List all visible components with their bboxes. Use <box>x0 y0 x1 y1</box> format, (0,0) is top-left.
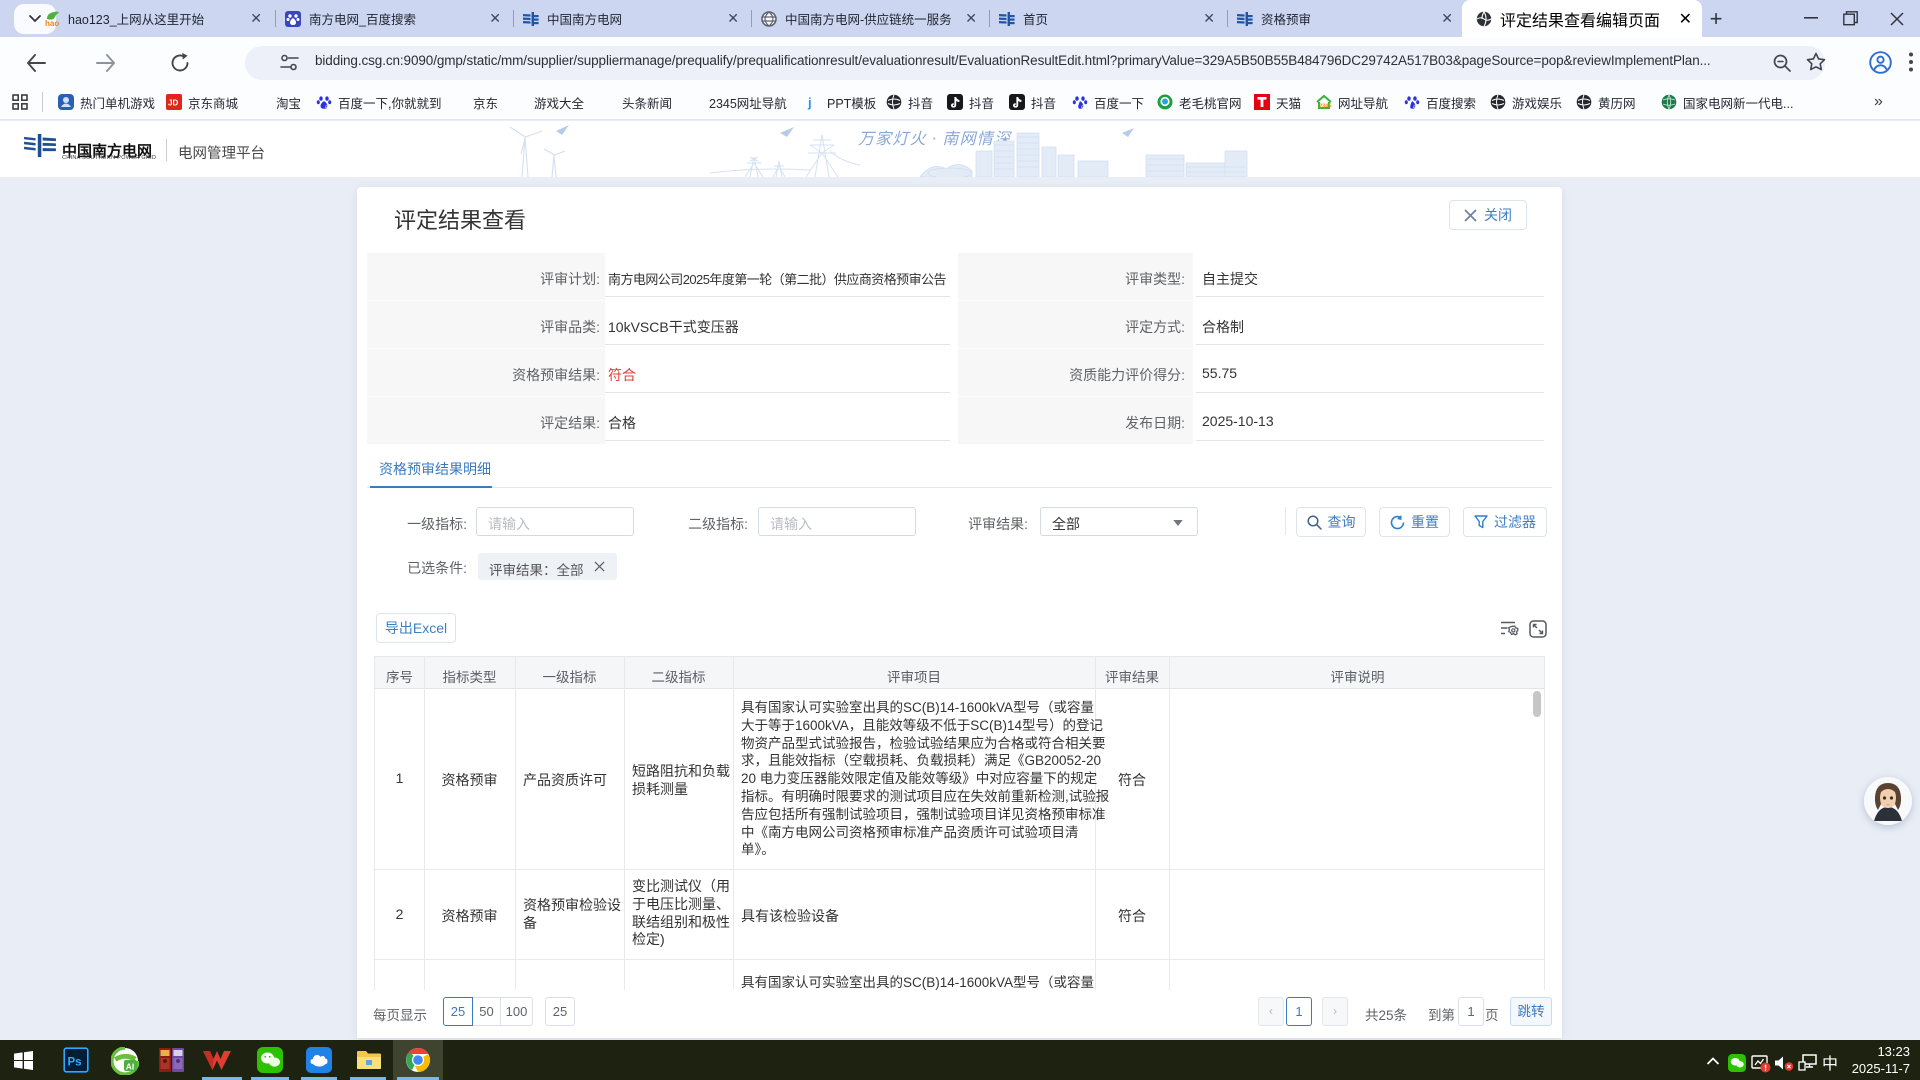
svg-text:du: du <box>1081 104 1087 109</box>
svg-text:2345: 2345 <box>1319 104 1331 110</box>
svg-text:万家灯火 · 南网情深: 万家灯火 · 南网情深 <box>858 130 1012 148</box>
svg-text:du: du <box>1413 104 1419 109</box>
svg-text:Ps: Ps <box>68 1057 82 1069</box>
svg-text:hao: hao <box>45 19 59 27</box>
svg-text:du: du <box>325 104 331 109</box>
svg-text:AI: AI <box>126 1062 135 1072</box>
svg-text:j: j <box>807 95 812 110</box>
svg-text:JD: JD <box>168 99 178 108</box>
